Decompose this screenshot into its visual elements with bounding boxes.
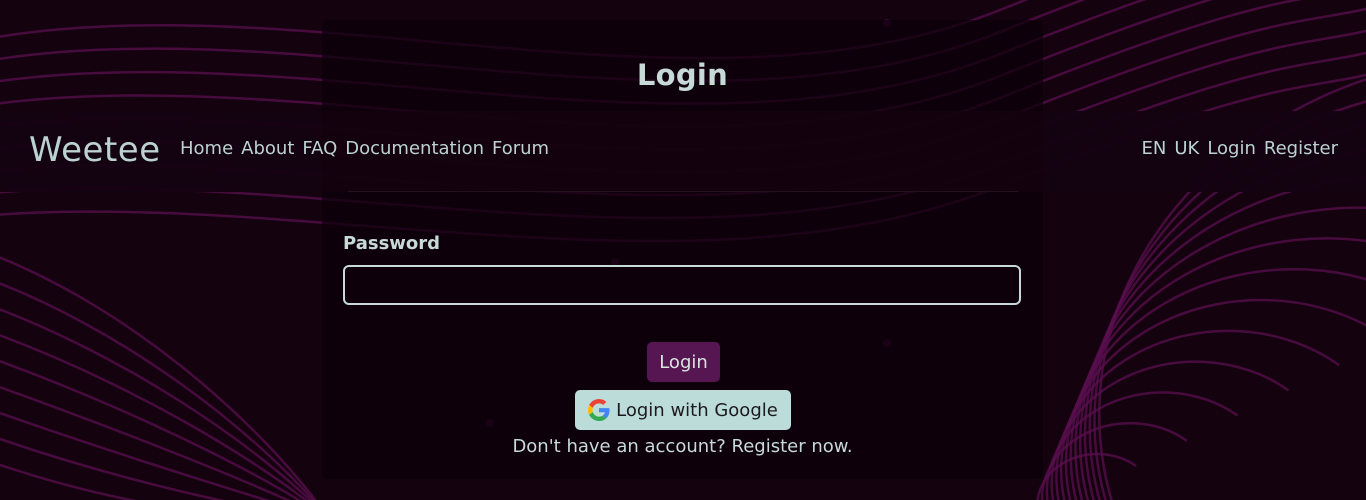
google-button-label: Login with Google — [616, 399, 778, 421]
navbar: Weetee Home About FAQ Documentation Foru… — [0, 111, 1366, 192]
page: Login Password Login Login with Google D… — [0, 0, 1366, 500]
login-button[interactable]: Login — [647, 342, 720, 382]
wave-line — [0, 411, 270, 500]
nav-link-faq[interactable]: FAQ — [302, 138, 337, 159]
register-prompt: Don't have an account? — [512, 436, 726, 457]
page-title: Login — [636, 58, 729, 92]
language-uk-link[interactable]: UK — [1174, 138, 1199, 159]
nav-link-home[interactable]: Home — [180, 138, 233, 159]
brand-logo-link[interactable]: Weetee — [29, 130, 161, 170]
nav-right-links: EN UK Login Register — [1142, 138, 1339, 159]
login-with-google-button[interactable]: Login with Google — [575, 390, 791, 430]
wave-line — [0, 359, 302, 500]
password-label: Password — [343, 233, 441, 254]
register-line: Don't have an account? Register now. — [322, 436, 1043, 457]
wave-line — [1069, 237, 1366, 500]
login-card: Login Password Login Login with Google D… — [322, 20, 1043, 479]
wave-line — [0, 256, 317, 500]
nav-link-register[interactable]: Register — [1264, 138, 1338, 159]
wave-line — [1079, 176, 1366, 500]
google-icon — [588, 399, 610, 421]
nav-link-documentation[interactable]: Documentation — [345, 138, 484, 159]
wave-line — [0, 282, 315, 500]
nav-link-about[interactable]: About — [241, 138, 294, 159]
nav-link-login[interactable]: Login — [1207, 138, 1256, 159]
nav-left-links: Home About FAQ Documentation Forum — [180, 138, 549, 159]
language-en-link[interactable]: EN — [1142, 138, 1167, 159]
register-now-link[interactable]: Register now. — [732, 436, 853, 457]
wave-line — [0, 308, 312, 500]
wave-line — [1083, 149, 1366, 500]
password-input[interactable] — [343, 265, 1021, 305]
nav-link-forum[interactable]: Forum — [492, 138, 549, 159]
